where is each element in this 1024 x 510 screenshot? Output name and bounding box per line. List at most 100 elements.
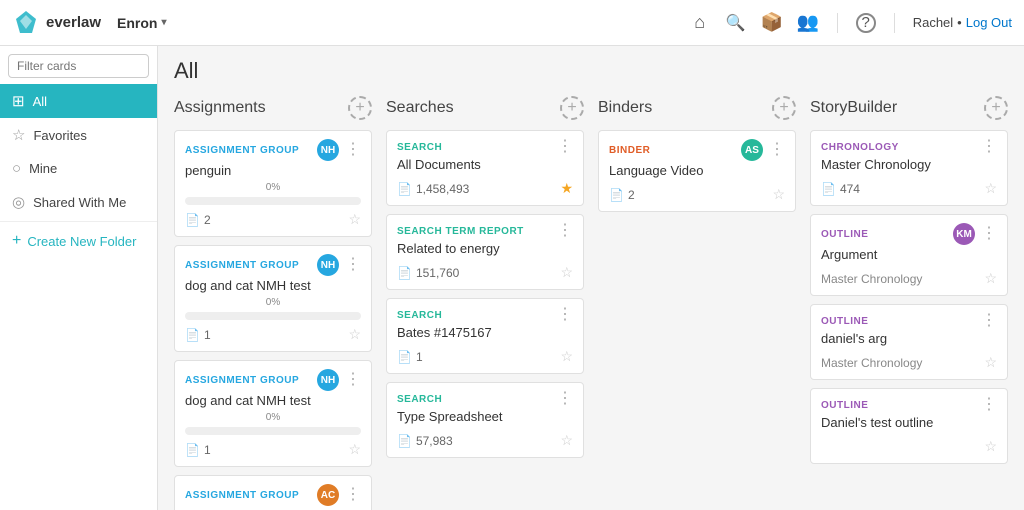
storybuilder-card-daniels-arg: OUTLINE ⋮ daniel's arg Master Chronology… (810, 304, 1008, 380)
doc-icon: 📄 (397, 182, 412, 196)
add-search-button[interactable]: + (560, 96, 584, 120)
create-folder-button[interactable]: + Create New Folder (0, 224, 157, 258)
card-type-label: SEARCH TERM REPORT (397, 226, 524, 237)
card-menu-icon[interactable]: ⋮ (769, 142, 785, 158)
assignment-card-dog-nmh-2: ASSIGNMENT GROUP NH ⋮ dog and cat NMH te… (174, 360, 372, 467)
card-footer: ☆ (821, 438, 997, 455)
content: All Assignments + ASSIGNMENT GROUP NH ⋮ (158, 46, 1024, 510)
progress-bar (185, 197, 361, 205)
count-value: 474 (840, 182, 860, 196)
card-count: 📄 57,983 (397, 434, 453, 448)
card-menu-icon[interactable]: ⋮ (345, 487, 361, 503)
storybuilder-column: StoryBuilder + CHRONOLOGY ⋮ Master Chron… (810, 96, 1008, 510)
card-menu-icon[interactable]: ⋮ (345, 257, 361, 273)
progress-bar (185, 312, 361, 320)
card-menu-icon[interactable]: ⋮ (981, 139, 997, 155)
card-name: dog and cat NMH test (185, 393, 361, 408)
binders-title: Binders (598, 99, 652, 117)
filter-input-wrap (0, 46, 157, 84)
sidebar-item-favorites[interactable]: ☆ Favorites (0, 118, 157, 152)
sidebar-item-shared[interactable]: ◎ Shared With Me (0, 185, 157, 219)
add-storybuilder-button[interactable]: + (984, 96, 1008, 120)
card-type-right: NH ⋮ (317, 254, 361, 276)
assignment-card-dog-nmh: ASSIGNMENT GROUP NH ⋮ dog and cat NMH te… (174, 245, 372, 352)
upload-icon[interactable]: 📦 (761, 12, 783, 34)
card-count: 📄 474 (821, 182, 860, 196)
doc-icon: 📄 (609, 188, 624, 202)
assignments-header: Assignments + (174, 96, 372, 120)
card-type-label: ASSIGNMENT GROUP (185, 375, 299, 386)
add-assignment-button[interactable]: + (348, 96, 372, 120)
card-menu-icon[interactable]: ⋮ (981, 397, 997, 413)
logo-icon (12, 9, 40, 37)
plus-icon: + (12, 232, 21, 250)
card-type-label: OUTLINE (821, 316, 868, 327)
card-menu-icon[interactable]: ⋮ (345, 372, 361, 388)
sidebar-label-favorites: Favorites (33, 128, 86, 143)
home-icon[interactable]: ⌂ (689, 12, 711, 34)
card-name: Language Video (609, 163, 785, 178)
card-count: 📄 151,760 (397, 266, 459, 280)
star-button[interactable]: ☆ (984, 180, 997, 197)
card-type-row: BINDER AS ⋮ (609, 139, 785, 161)
star-button[interactable]: ☆ (560, 432, 573, 449)
avatar: NH (317, 369, 339, 391)
card-footer: 📄 1 ☆ (397, 348, 573, 365)
count-value: 2 (628, 188, 635, 202)
card-count: 📄 1,458,493 (397, 182, 469, 196)
logo: everlaw (12, 9, 101, 37)
main-layout: ⊞ All ☆ Favorites ○ Mine ◎ Shared With M… (0, 46, 1024, 510)
doc-icon: 📄 (397, 266, 412, 280)
project-name: Enron (117, 15, 157, 31)
doc-icon: 📄 (821, 182, 836, 196)
star-button[interactable]: ☆ (348, 326, 361, 343)
card-menu-icon[interactable]: ⋮ (981, 226, 997, 242)
star-button[interactable]: ☆ (348, 211, 361, 228)
card-type-label: ASSIGNMENT GROUP (185, 145, 299, 156)
progress-label: 0% (185, 412, 361, 423)
card-type-row: OUTLINE ⋮ (821, 313, 997, 329)
sidebar-label-mine: Mine (29, 161, 57, 176)
sidebar-item-mine[interactable]: ○ Mine (0, 152, 157, 185)
filter-input[interactable] (8, 54, 149, 78)
card-menu-icon[interactable]: ⋮ (557, 223, 573, 239)
card-menu-icon[interactable]: ⋮ (557, 307, 573, 323)
share-icon: ◎ (12, 193, 25, 211)
card-name: Daniel's test outline (821, 415, 997, 430)
sidebar-item-all[interactable]: ⊞ All (0, 84, 157, 118)
doc-icon: 📄 (185, 443, 200, 457)
card-footer: 📄 1,458,493 ★ (397, 180, 573, 197)
card-name: dog and cat NMH test (185, 278, 361, 293)
card-name: Argument (821, 247, 997, 262)
star-button[interactable]: ☆ (560, 348, 573, 365)
card-type-label: ASSIGNMENT GROUP (185, 260, 299, 271)
star-button[interactable]: ☆ (984, 354, 997, 371)
add-binder-button[interactable]: + (772, 96, 796, 120)
card-count: 📄 2 (185, 213, 211, 227)
star-button[interactable]: ☆ (984, 438, 997, 455)
doc-icon: 📄 (397, 434, 412, 448)
page-title: All (174, 58, 1008, 84)
card-type-right: AS ⋮ (741, 139, 785, 161)
star-button[interactable]: ★ (560, 180, 573, 197)
star-button[interactable]: ☆ (560, 264, 573, 281)
search-card-bates: SEARCH ⋮ Bates #1475167 📄 1 ☆ (386, 298, 584, 374)
card-type-row: ASSIGNMENT GROUP NH ⋮ (185, 369, 361, 391)
card-menu-icon[interactable]: ⋮ (345, 142, 361, 158)
card-name: penguin (185, 163, 361, 178)
star-button[interactable]: ☆ (772, 186, 785, 203)
help-icon[interactable]: ? (856, 13, 876, 33)
doc-icon: 📄 (397, 350, 412, 364)
star-button[interactable]: ☆ (348, 441, 361, 458)
logout-link[interactable]: Log Out (966, 15, 1012, 30)
card-menu-icon[interactable]: ⋮ (557, 391, 573, 407)
star-button[interactable]: ☆ (984, 270, 997, 287)
search-icon[interactable]: 🔍 (725, 12, 747, 34)
user-info: Rachel • Log Out (913, 15, 1012, 30)
users-icon[interactable]: 👥 (797, 12, 819, 34)
project-selector[interactable]: Enron ▾ (117, 15, 166, 31)
card-type-right: AC ⋮ (317, 484, 361, 506)
card-menu-icon[interactable]: ⋮ (981, 313, 997, 329)
card-count: 📄 1 (397, 350, 423, 364)
card-menu-icon[interactable]: ⋮ (557, 139, 573, 155)
